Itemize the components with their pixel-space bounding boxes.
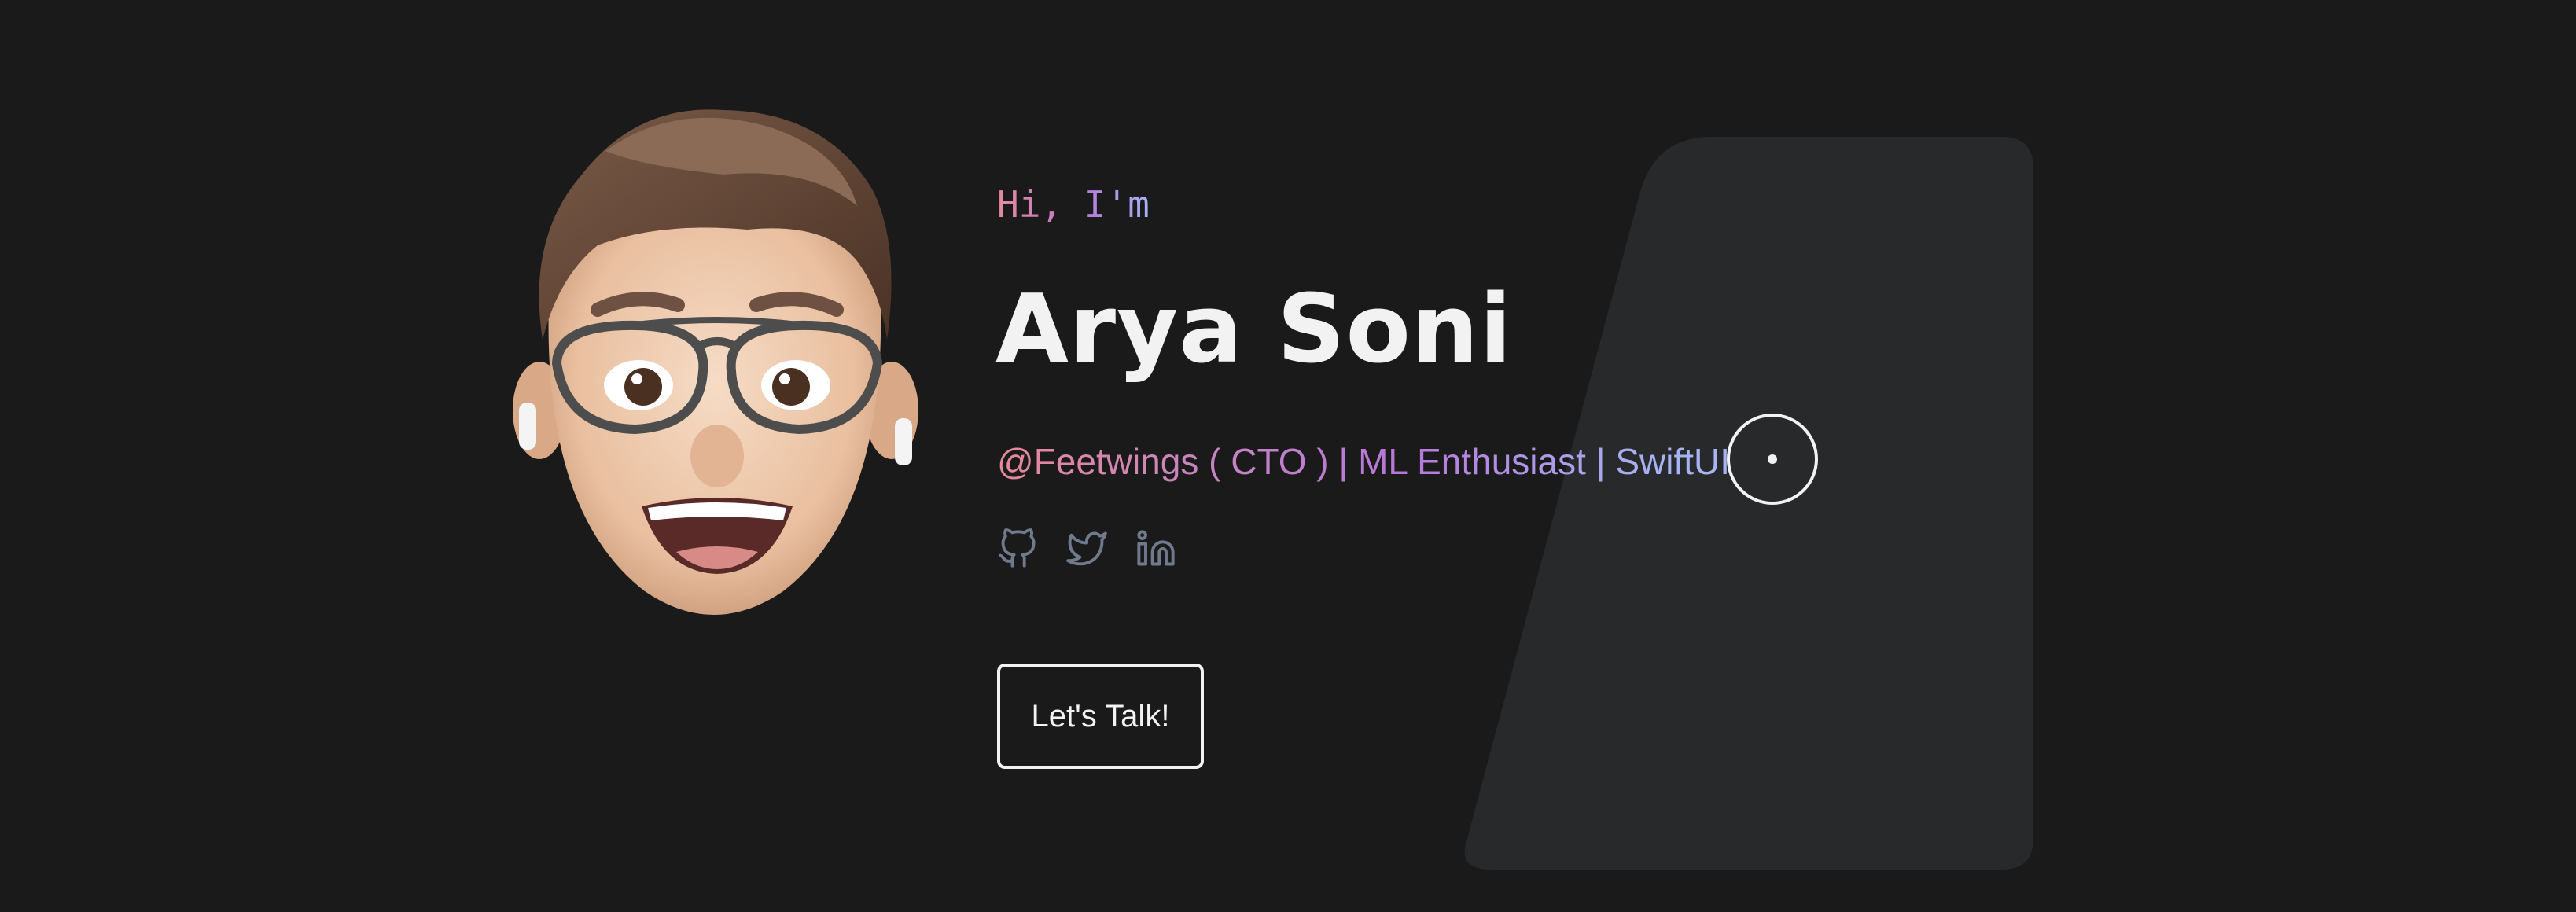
github-link[interactable] xyxy=(997,528,1038,569)
background-card xyxy=(1464,137,2033,870)
social-links xyxy=(997,528,1205,569)
github-icon xyxy=(999,528,1036,568)
linkedin-link[interactable] xyxy=(1135,528,1176,569)
cursor-dot xyxy=(1768,454,1777,464)
greeting-text: Hi, I'm xyxy=(997,181,1150,228)
twitter-icon xyxy=(1066,531,1107,566)
linkedin-icon xyxy=(1137,530,1175,566)
twitter-link[interactable] xyxy=(1066,528,1107,569)
tagline: @Feetwings ( CTO ) | ML Enthusiast | Swi… xyxy=(997,437,1730,486)
hero-name: Arya Soni xyxy=(995,275,1513,384)
avatar xyxy=(513,109,918,615)
cursor-follower xyxy=(1727,414,1818,505)
lets-talk-button[interactable]: Let's Talk! xyxy=(997,664,1204,769)
